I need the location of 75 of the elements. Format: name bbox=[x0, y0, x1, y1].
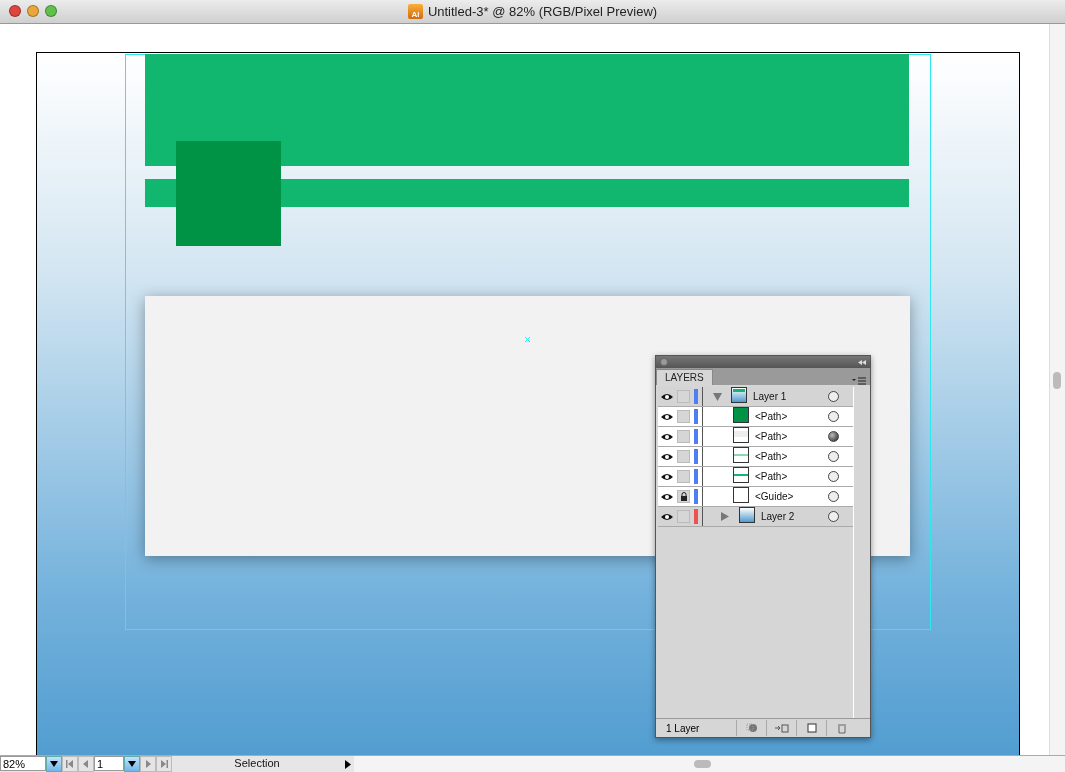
last-page-icon bbox=[160, 760, 168, 768]
panel-menu-icon[interactable] bbox=[852, 377, 866, 385]
lock-icon bbox=[679, 492, 688, 501]
layer-name: <Path> bbox=[755, 431, 789, 442]
page-dropdown-button[interactable] bbox=[124, 756, 140, 772]
eye-icon[interactable] bbox=[660, 392, 673, 401]
expanded-triangle-icon[interactable] bbox=[712, 392, 722, 401]
layer-name: <Guide> bbox=[755, 491, 795, 502]
previous-page-button[interactable] bbox=[78, 756, 94, 772]
trash-icon bbox=[836, 722, 847, 734]
previous-icon bbox=[82, 760, 90, 768]
target-circle[interactable] bbox=[828, 391, 839, 402]
center-marker-icon bbox=[525, 337, 530, 342]
layer-color-bar bbox=[694, 429, 698, 444]
layer-thumbnail bbox=[731, 386, 747, 403]
layer-row[interactable]: <Path> bbox=[658, 407, 853, 427]
menu-arrow-icon bbox=[345, 759, 351, 769]
window-title: Untitled-3* @ 82% (RGB/Pixel Preview) bbox=[427, 4, 658, 19]
layer-row[interactable]: <Path> bbox=[658, 447, 853, 467]
panel-close-button[interactable] bbox=[660, 358, 668, 366]
target-circle[interactable] bbox=[828, 451, 839, 462]
layer-row[interactable]: <Path> bbox=[658, 467, 853, 487]
zoom-button[interactable] bbox=[45, 5, 57, 17]
lock-toggle[interactable] bbox=[677, 430, 690, 443]
current-tool-label: Selection bbox=[233, 756, 281, 771]
target-circle[interactable] bbox=[828, 491, 839, 502]
collapse-icon[interactable] bbox=[858, 359, 866, 365]
target-circle[interactable] bbox=[828, 431, 839, 442]
layer-color-bar bbox=[694, 409, 698, 424]
layer-color-bar bbox=[694, 469, 698, 484]
zoom-dropdown-button[interactable] bbox=[46, 756, 62, 772]
eye-icon[interactable] bbox=[660, 492, 673, 501]
lock-toggle[interactable] bbox=[677, 450, 690, 463]
layer-name: Layer 1 bbox=[753, 391, 788, 402]
layer-count: 1 Layer bbox=[665, 722, 701, 734]
close-button[interactable] bbox=[9, 5, 21, 17]
lock-toggle[interactable] bbox=[677, 510, 690, 523]
next-icon bbox=[144, 760, 152, 768]
layer-name: <Path> bbox=[755, 471, 789, 482]
lock-toggle[interactable] bbox=[677, 470, 690, 483]
target-circle[interactable] bbox=[828, 411, 839, 422]
page-field[interactable]: 1 bbox=[94, 756, 124, 771]
horizontal-scrollbar[interactable] bbox=[354, 756, 1065, 772]
layer-color-bar bbox=[694, 489, 698, 504]
dropdown-arrow-icon bbox=[50, 760, 58, 768]
vertical-scrollbar[interactable] bbox=[1049, 24, 1065, 755]
lock-toggle[interactable] bbox=[677, 390, 690, 403]
minimize-button[interactable] bbox=[27, 5, 39, 17]
target-circle[interactable] bbox=[828, 471, 839, 482]
eye-icon[interactable] bbox=[660, 412, 673, 421]
eye-icon[interactable] bbox=[660, 472, 673, 481]
eye-icon[interactable] bbox=[660, 452, 673, 461]
layer-row[interactable]: Layer 2 bbox=[658, 507, 853, 527]
new-page-icon bbox=[806, 723, 817, 733]
layer-name: <Path> bbox=[755, 411, 789, 422]
layer-row[interactable]: Layer 1 bbox=[658, 387, 853, 407]
layer-name: <Path> bbox=[755, 451, 789, 462]
dropdown-arrow-icon bbox=[128, 760, 136, 768]
layer-row[interactable]: <Guide> bbox=[658, 487, 853, 507]
target-circle[interactable] bbox=[828, 511, 839, 522]
layer-row[interactable]: <Path> bbox=[658, 427, 853, 447]
zoom-field[interactable]: 82% bbox=[0, 756, 46, 771]
layers-tab[interactable]: LAYERS bbox=[656, 369, 713, 385]
first-page-icon bbox=[66, 760, 74, 768]
collapsed-triangle-icon[interactable] bbox=[719, 512, 729, 521]
clipping-mask-icon bbox=[745, 723, 758, 733]
layer-color-bar bbox=[694, 449, 698, 464]
eye-icon[interactable] bbox=[660, 512, 673, 521]
lock-toggle[interactable] bbox=[677, 490, 690, 503]
layer-name: Layer 2 bbox=[761, 511, 796, 522]
last-page-button[interactable] bbox=[156, 756, 172, 772]
arrow-into-page-icon bbox=[774, 723, 789, 733]
eye-icon[interactable] bbox=[660, 432, 673, 441]
lock-toggle[interactable] bbox=[677, 410, 690, 423]
app-icon: Ai bbox=[407, 4, 423, 19]
